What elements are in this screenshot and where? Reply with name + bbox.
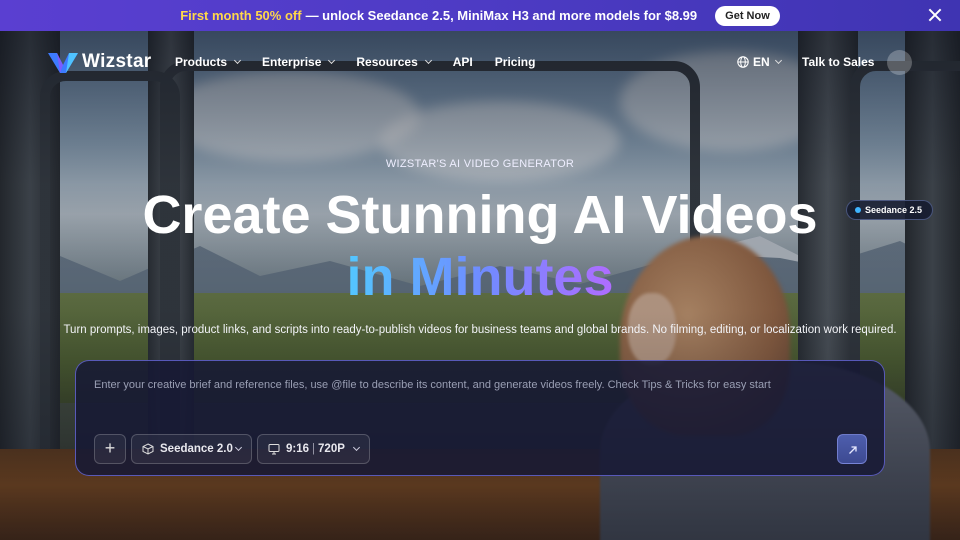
- nav-item-label: Pricing: [494, 55, 536, 69]
- model-badge-label: Seedance 2.5: [865, 205, 923, 215]
- add-attachment-button[interactable]: +: [94, 434, 126, 464]
- close-icon[interactable]: [926, 6, 944, 24]
- nav-item-label: API: [452, 55, 473, 69]
- resolution-value: 720P: [318, 443, 345, 455]
- nav-item-api[interactable]: API: [453, 55, 473, 69]
- model-select[interactable]: Seedance 2.0: [131, 434, 252, 464]
- logo-text: Wizstar: [82, 51, 152, 72]
- aspect-ratio-value: 9:16: [286, 443, 310, 455]
- hero-title: Create Stunning AI Videos: [142, 185, 818, 245]
- chevron-down-icon: [774, 56, 782, 65]
- nav-item-resources[interactable]: Resources: [356, 55, 432, 69]
- model-select-value: Seedance 2.0: [160, 443, 233, 455]
- chevron-down-icon: [352, 443, 361, 452]
- globe-icon: [737, 56, 749, 68]
- get-now-button[interactable]: Get Now: [715, 5, 780, 26]
- nav-item-products[interactable]: Products: [175, 55, 242, 69]
- hero-subtitle: Turn prompts, images, product links, and…: [63, 324, 897, 336]
- promo-highlight: First month 50% off: [180, 8, 302, 23]
- chevron-down-icon: [233, 56, 242, 65]
- promo-text: — unlock Seedance 2.5, MiniMax H3 and mo…: [305, 8, 698, 23]
- cube-icon: [142, 443, 154, 455]
- nav-links: Products Enterprise Resources API Pricin…: [175, 55, 557, 69]
- monitor-icon: [268, 444, 280, 455]
- format-select[interactable]: 9:16 | 720P: [257, 434, 370, 464]
- language-selector[interactable]: EN: [737, 55, 782, 69]
- hero-title-line2: in Minutes: [346, 247, 614, 307]
- avatar[interactable]: [887, 50, 912, 75]
- status-dot-icon: [855, 207, 861, 213]
- nav-item-pricing[interactable]: Pricing: [495, 55, 536, 69]
- logo[interactable]: Wizstar: [48, 51, 152, 73]
- hero-title-highlight: in Minutes: [0, 246, 960, 308]
- promo-banner: First month 50% off — unlock Seedance 2.…: [0, 0, 960, 31]
- logo-icon: [48, 53, 78, 73]
- top-nav: Wizstar Products Enterprise Resources AP…: [0, 31, 960, 93]
- arrow-up-right-icon: [849, 446, 857, 454]
- prompt-input[interactable]: [94, 379, 854, 391]
- talk-to-sales-link[interactable]: Talk to Sales: [802, 55, 874, 69]
- model-badge: Seedance 2.5: [846, 200, 934, 220]
- nav-item-enterprise[interactable]: Enterprise: [262, 55, 336, 69]
- chevron-down-icon: [234, 443, 243, 452]
- hero-eyebrow: WIZSTAR'S AI VIDEO GENERATOR: [385, 158, 575, 170]
- nav-item-label: Products: [175, 55, 228, 69]
- nav-item-label: Enterprise: [262, 55, 322, 69]
- prompt-box: + Seedance 2.0 9:16 | 720P: [75, 360, 885, 476]
- chevron-down-icon: [328, 56, 336, 65]
- language-label: EN: [753, 55, 770, 69]
- generate-button[interactable]: [837, 434, 867, 464]
- separator: |: [312, 443, 316, 455]
- nav-item-label: Resources: [356, 55, 418, 69]
- chevron-down-icon: [424, 56, 432, 65]
